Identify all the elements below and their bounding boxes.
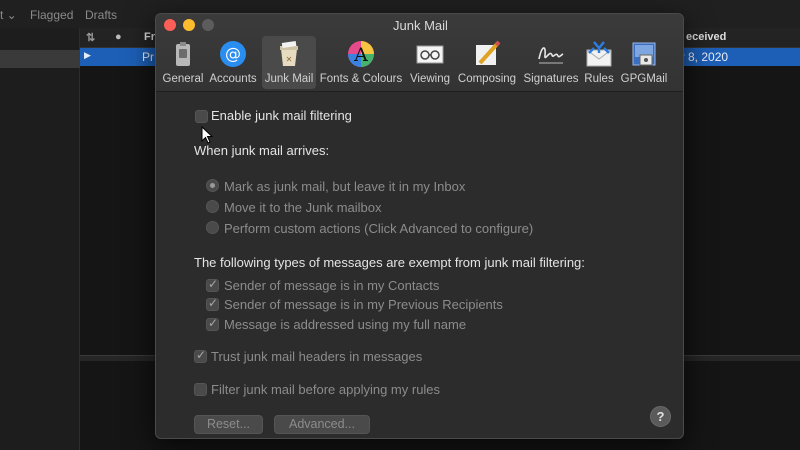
- tab-junk-mail[interactable]: ✕ Junk Mail: [262, 36, 316, 89]
- svg-text:✕: ✕: [286, 55, 293, 64]
- tab-accounts-label: Accounts: [209, 73, 257, 85]
- exempt-full-name-label[interactable]: Message is addressed using my full name: [224, 317, 466, 332]
- tab-gpgmail-label: GPGMail: [620, 73, 668, 85]
- tab-fonts-colours-label: Fonts & Colours: [319, 73, 403, 85]
- junk-mail-icon: ✕: [280, 41, 298, 66]
- radio-custom-actions-label[interactable]: Perform custom actions (Click Advanced t…: [224, 221, 533, 236]
- radio-custom-actions[interactable]: [206, 221, 219, 234]
- drafts-mailbox-button[interactable]: Drafts: [85, 8, 117, 22]
- from-column-header[interactable]: Fr: [144, 31, 155, 43]
- junk-mail-pane: Enable junk mail filtering When junk mai…: [156, 93, 683, 438]
- tab-accounts[interactable]: @ Accounts: [207, 36, 259, 89]
- tab-rules-label: Rules: [584, 73, 614, 85]
- exempt-heading: The following types of messages are exem…: [194, 255, 585, 270]
- tab-composing-label: Composing: [457, 73, 517, 85]
- advanced-button[interactable]: Advanced...: [274, 415, 370, 434]
- sort-icon[interactable]: ⇅: [86, 31, 95, 44]
- signatures-icon: [538, 47, 564, 64]
- trust-headers-checkbox[interactable]: [194, 348, 207, 363]
- window-titlebar: Junk Mail General @ Accounts ✕ Junk Mail…: [156, 14, 683, 92]
- thread-arrow-icon[interactable]: ▶: [84, 50, 91, 61]
- tab-rules[interactable]: Rules: [582, 36, 616, 89]
- tab-viewing[interactable]: Viewing: [406, 36, 454, 89]
- radio-move-to-junk-label[interactable]: Move it to the Junk mailbox: [224, 200, 382, 215]
- accounts-icon: @: [220, 41, 246, 67]
- composing-icon: [476, 40, 501, 65]
- flagged-mailbox-button[interactable]: Flagged: [30, 8, 73, 22]
- fonts-colours-icon: A: [348, 41, 374, 67]
- mailbox-sidebar: [0, 28, 80, 450]
- svg-text:A: A: [353, 44, 368, 66]
- tab-signatures-label: Signatures: [523, 73, 579, 85]
- tab-general-label: General: [162, 73, 204, 85]
- arrives-heading: When junk mail arrives:: [194, 143, 330, 158]
- tab-signatures[interactable]: Signatures: [521, 36, 581, 89]
- preferences-window: Junk Mail General @ Accounts ✕ Junk Mail…: [155, 13, 684, 439]
- tab-composing[interactable]: Composing: [455, 36, 519, 89]
- unread-column-icon[interactable]: ●: [115, 31, 122, 43]
- gpgmail-icon: [632, 42, 656, 66]
- mailbox-menu[interactable]: t ⌄: [0, 8, 17, 22]
- row-from: Pr: [142, 50, 154, 64]
- tab-viewing-label: Viewing: [409, 73, 451, 85]
- exempt-contacts-checkbox[interactable]: [206, 277, 219, 292]
- trust-headers-label[interactable]: Trust junk mail headers in messages: [211, 349, 422, 364]
- radio-mark-as-junk-label[interactable]: Mark as junk mail, but leave it in my In…: [224, 179, 465, 194]
- tab-general[interactable]: General: [162, 36, 204, 89]
- filter-before-rules-label[interactable]: Filter junk mail before applying my rule…: [211, 382, 440, 397]
- received-column-header[interactable]: eceived: [686, 31, 726, 43]
- tab-fonts-colours[interactable]: A Fonts & Colours: [319, 36, 403, 89]
- exempt-contacts-label[interactable]: Sender of message is in my Contacts: [224, 278, 439, 293]
- sidebar-selected-item[interactable]: [0, 50, 80, 68]
- mouse-cursor-icon: [201, 126, 213, 144]
- tab-gpgmail[interactable]: GPGMail: [618, 36, 670, 89]
- rules-icon: [586, 41, 612, 67]
- viewing-icon: [416, 45, 444, 64]
- exempt-recipients-label[interactable]: Sender of message is in my Previous Reci…: [224, 297, 503, 312]
- enable-junk-filter-checkbox[interactable]: [195, 110, 208, 123]
- reset-button[interactable]: Reset...: [194, 415, 263, 434]
- window-title: Junk Mail: [393, 18, 448, 33]
- enable-junk-filter-label[interactable]: Enable junk mail filtering: [211, 108, 352, 123]
- tab-junk-mail-label: Junk Mail: [264, 73, 314, 85]
- filter-before-rules-checkbox[interactable]: [194, 383, 207, 396]
- exempt-full-name-checkbox[interactable]: [206, 316, 219, 331]
- svg-text:@: @: [225, 44, 241, 63]
- radio-move-to-junk[interactable]: [206, 200, 219, 213]
- radio-mark-as-junk[interactable]: [206, 179, 219, 192]
- help-button[interactable]: ?: [650, 406, 671, 427]
- exempt-recipients-checkbox[interactable]: [206, 296, 219, 311]
- general-icon: [176, 42, 190, 66]
